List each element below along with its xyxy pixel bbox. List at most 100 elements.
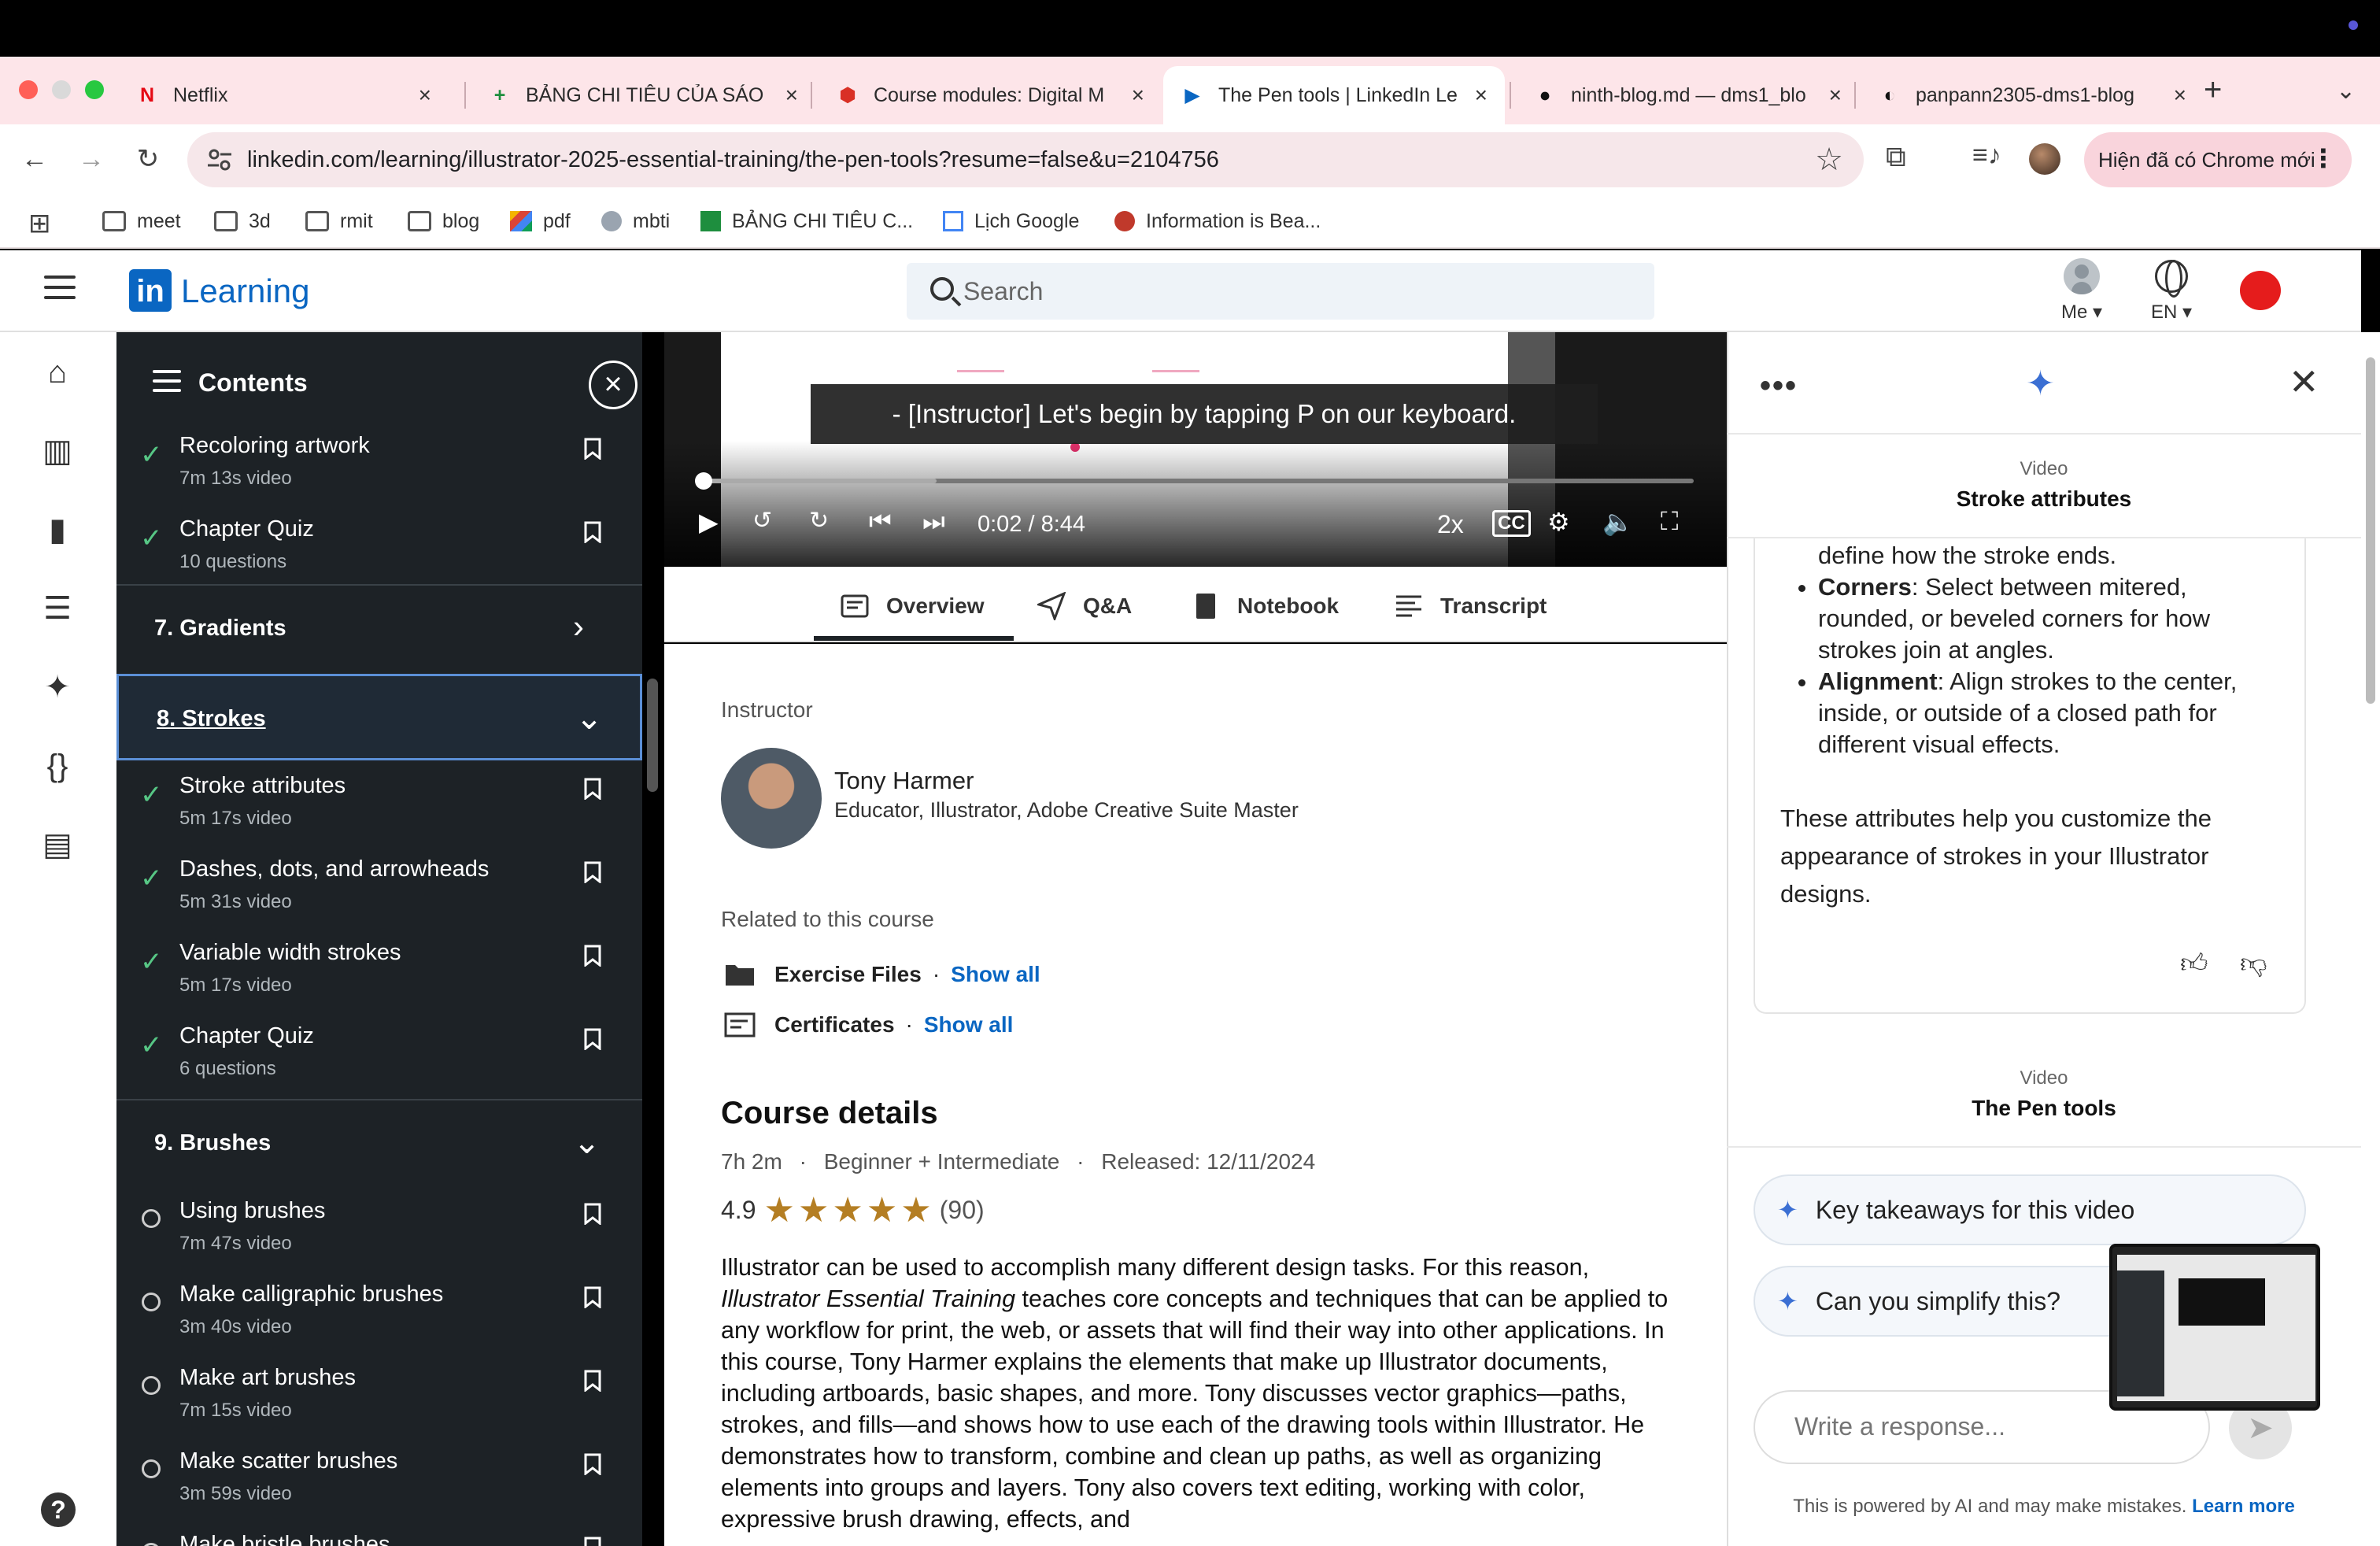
close-tab-icon[interactable]: ×: [419, 83, 431, 108]
list-item[interactable]: Make calligraphic brushes 3m 40s video: [116, 1275, 642, 1359]
bookmark-icon[interactable]: [584, 1370, 601, 1392]
contents-list-icon[interactable]: ☰: [39, 590, 76, 627]
list-item[interactable]: ✓ Stroke attributes 5m 17s video: [116, 767, 642, 850]
bookmark-icon[interactable]: [584, 778, 601, 800]
chrome-update-button[interactable]: Hiện đã có Chrome mới ⋮: [2084, 132, 2352, 187]
tab-4[interactable]: ▶ The Pen tools | LinkedIn Le ×: [1163, 66, 1505, 124]
bookmark-icon[interactable]: [584, 861, 601, 883]
certificates-show-all-link[interactable]: Show all: [924, 1012, 1014, 1037]
address-bar[interactable]: linkedin.com/learning/illustrator-2025-e…: [187, 132, 1864, 187]
certificate-icon[interactable]: ▤: [39, 827, 76, 863]
bookmark-icon[interactable]: [584, 1203, 601, 1225]
contents-scrollbar[interactable]: [647, 679, 658, 792]
url-text[interactable]: linkedin.com/learning/illustrator-2025-e…: [247, 147, 1219, 173]
list-item[interactable]: ✓ Dashes, dots, and arrowheads 5m 31s vide…: [116, 850, 642, 934]
reload-button[interactable]: ↻: [129, 140, 167, 178]
list-item[interactable]: ✓ Recoloring artwork 7m 13s video: [116, 427, 642, 510]
close-window-button[interactable]: [19, 80, 38, 99]
bookmark-item[interactable]: Information is Bea...: [1114, 206, 1321, 236]
bookmark-item[interactable]: meet: [102, 206, 181, 236]
learn-more-link[interactable]: Learn more: [2192, 1496, 2295, 1517]
map-icon[interactable]: ▥: [39, 433, 76, 469]
minimize-window-button[interactable]: [52, 80, 71, 99]
extensions-icon[interactable]: ⧉: [1886, 140, 1906, 174]
bookmark-item[interactable]: 3d: [214, 206, 271, 236]
tab-qa[interactable]: Q&A: [1037, 592, 1132, 620]
bookmark-icon[interactable]: [584, 1286, 601, 1308]
closed-captions-icon[interactable]: CC: [1492, 510, 1531, 537]
close-tab-icon[interactable]: ×: [2174, 83, 2186, 108]
ai-reply-input[interactable]: [1794, 1412, 2188, 1441]
chapter-section[interactable]: 7. Gradients ›: [116, 584, 642, 671]
linkedin-logo[interactable]: in: [129, 269, 172, 312]
tab-2[interactable]: + BẢNG CHI TIÊU CỦA SÁO ×: [471, 66, 815, 124]
instructor-name[interactable]: Tony Harmer: [834, 767, 974, 795]
new-tab-button[interactable]: +: [2204, 72, 2222, 108]
previous-video-button[interactable]: ⏮: [869, 507, 892, 537]
bookmark-item[interactable]: pdf: [510, 206, 571, 236]
tab-5[interactable]: ● ninth-blog.md — dms1_blo ×: [1516, 66, 1859, 124]
list-item[interactable]: ✓ Chapter Quiz 10 questions: [116, 510, 642, 594]
tab-overview[interactable]: Overview: [841, 592, 985, 620]
forward-button[interactable]: →: [72, 140, 110, 178]
bookmark-icon[interactable]: [584, 438, 601, 460]
next-video-button[interactable]: ⏭: [922, 507, 945, 537]
chapter-section[interactable]: 8. Strokes ⌄: [116, 674, 642, 760]
site-settings-icon[interactable]: [205, 145, 235, 175]
screen-recording-thumbnail[interactable]: [2109, 1244, 2320, 1411]
list-item[interactable]: Make bristle brushes: [116, 1526, 642, 1546]
list-item[interactable]: Make art brushes 7m 15s video: [116, 1359, 642, 1442]
list-item[interactable]: ✓ Chapter Quiz 6 questions: [116, 1017, 642, 1100]
bookmark-icon[interactable]: [584, 521, 601, 543]
home-icon[interactable]: ⌂: [39, 354, 76, 390]
profile-avatar[interactable]: [2029, 143, 2060, 175]
close-tab-icon[interactable]: ×: [1132, 83, 1144, 108]
bookmark-item[interactable]: rmit: [305, 206, 373, 236]
ai-sparkle-icon[interactable]: ✦: [39, 669, 76, 705]
code-braces-icon[interactable]: {}: [39, 748, 76, 784]
tab-transcript[interactable]: Transcript: [1395, 592, 1547, 620]
play-button[interactable]: ▶: [699, 507, 719, 537]
thumbs-down-icon[interactable]: 👎︎: [2240, 948, 2267, 980]
media-controls-icon[interactable]: ≡♪: [1972, 140, 2001, 171]
suggestion-key-takeaways[interactable]: ✦ Key takeaways for this video: [1754, 1174, 2306, 1245]
bookmark-icon[interactable]: [584, 1537, 601, 1546]
bookmark-item[interactable]: BẢNG CHI TIÊU C...: [700, 206, 913, 236]
playback-speed-button[interactable]: 2x: [1437, 510, 1464, 539]
bookmark-item[interactable]: blog: [408, 206, 479, 236]
list-item[interactable]: Make scatter brushes 3m 59s video: [116, 1442, 642, 1526]
library-icon[interactable]: ▮: [39, 512, 76, 548]
tab-3[interactable]: ⬢ Course modules: Digital M ×: [819, 66, 1162, 124]
back-button[interactable]: ←: [16, 140, 54, 178]
hamburger-menu-icon[interactable]: [44, 276, 76, 306]
volume-icon[interactable]: 🔈: [1602, 507, 1634, 537]
video-progress-bar[interactable]: [695, 472, 1694, 490]
forward-10-icon[interactable]: ↻: [809, 507, 829, 534]
tab-6[interactable]: ◐ panpann2305-dms1-blog ×: [1861, 66, 2204, 124]
apps-grid-icon[interactable]: ⊞: [28, 208, 51, 239]
rewind-10-icon[interactable]: ↺: [752, 507, 772, 534]
tab-notebook[interactable]: Notebook: [1192, 592, 1339, 620]
me-menu[interactable]: Me ▾: [2046, 253, 2117, 324]
list-item[interactable]: Using brushes 7m 47s video: [116, 1192, 642, 1275]
course-rating[interactable]: 4.9 ★★★★★ (90): [721, 1190, 985, 1230]
search-input[interactable]: Search: [907, 263, 1654, 320]
settings-gear-icon[interactable]: ⚙: [1547, 507, 1570, 537]
close-tab-icon[interactable]: ×: [1829, 83, 1842, 108]
fullscreen-icon[interactable]: ⛶: [1661, 507, 1678, 537]
close-ai-panel-icon[interactable]: ✕: [2289, 361, 2319, 403]
more-options-icon[interactable]: •••: [1760, 368, 1798, 404]
chapter-section[interactable]: 9. Brushes ⌄: [116, 1099, 642, 1185]
list-item[interactable]: ✓ Variable width strokes 5m 17s video: [116, 934, 642, 1017]
tab-1[interactable]: N Netflix ×: [118, 66, 449, 124]
bookmark-icon[interactable]: [584, 1453, 601, 1475]
tab-search-chevron-icon[interactable]: ⌄: [2336, 77, 2356, 105]
bookmark-item[interactable]: Lịch Google: [943, 206, 1079, 236]
page-scrollbar[interactable]: [2361, 332, 2380, 1546]
close-tab-icon[interactable]: ×: [785, 83, 798, 108]
exercise-files-show-all-link[interactable]: Show all: [951, 962, 1040, 987]
thumbs-up-icon[interactable]: 👍︎: [2180, 948, 2208, 980]
notification-icon[interactable]: [2240, 271, 2281, 310]
close-contents-button[interactable]: ×: [589, 361, 638, 409]
zoom-window-button[interactable]: [85, 80, 104, 99]
